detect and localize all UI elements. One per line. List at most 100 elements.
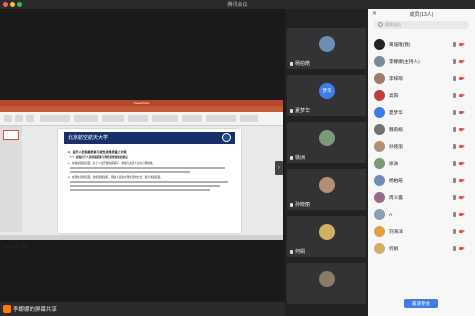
member-row[interactable]: 杨柏皓: [374, 174, 470, 188]
avatar: 梦华: [319, 83, 335, 99]
mic-icon[interactable]: [453, 127, 456, 132]
member-row[interactable]: 李梓萌: [374, 72, 470, 86]
video-tile[interactable]: 杨柏皓: [287, 28, 366, 69]
member-search-input[interactable]: 搜索成员: [374, 21, 469, 29]
member-row[interactable]: 何娟: [374, 242, 470, 256]
member-row[interactable]: 孙晓丽: [374, 140, 470, 154]
mic-icon[interactable]: [453, 178, 456, 183]
ribbon-tool-icon[interactable]: [152, 115, 178, 122]
camera-icon[interactable]: [459, 195, 465, 200]
slide-count: 幻灯片 第1张，共1张: [3, 246, 28, 249]
member-row[interactable]: 李娜娜(主持人): [374, 55, 470, 69]
avatar: [319, 177, 335, 193]
ribbon-tool-icon[interactable]: [26, 115, 34, 122]
avatar: [319, 36, 335, 52]
member-name: 魏莉娟: [389, 127, 403, 132]
member-row[interactable]: 徐洲: [374, 157, 470, 171]
avatar: [374, 73, 385, 84]
camera-icon[interactable]: [459, 76, 465, 81]
mic-icon[interactable]: [453, 229, 456, 234]
camera-icon[interactable]: [459, 229, 465, 234]
camera-icon[interactable]: [459, 93, 465, 98]
member-row[interactable]: 高阳: [374, 89, 470, 103]
avatar: [374, 192, 385, 203]
video-tile[interactable]: 孙晓丽: [287, 169, 366, 210]
university-seal-icon: [222, 133, 231, 142]
ppt-status-bar: 幻灯片 第1张，共1张: [0, 235, 283, 249]
slide-thumbnails: [0, 126, 22, 232]
video-tile[interactable]: 何娟: [287, 216, 366, 257]
member-name: 黄诚隆(我): [389, 42, 411, 47]
avatar: [374, 90, 385, 101]
avatar: [374, 226, 385, 237]
institution-name: 北京航空航天大学: [68, 135, 109, 141]
ppt-app-title: PowerPoint: [133, 101, 150, 105]
avatar: [319, 224, 335, 240]
ribbon-tool-icon[interactable]: [182, 115, 202, 122]
ribbon-tool-icon[interactable]: [102, 115, 124, 122]
mic-icon: [290, 155, 293, 160]
member-row[interactable]: 魏莉娟: [374, 123, 470, 137]
powerpoint-window[interactable]: PowerPoint 文件 开始 插入 设计 切换 动画 放映 审阅 视图: [0, 100, 283, 249]
video-tile[interactable]: [287, 263, 366, 304]
mic-icon[interactable]: [453, 195, 456, 200]
mic-icon: [290, 202, 293, 207]
camera-icon[interactable]: [459, 161, 465, 166]
avatar: [374, 175, 385, 186]
ribbon-tool-icon[interactable]: [15, 115, 23, 122]
mic-icon[interactable]: [453, 246, 456, 251]
ribbon-tool-icon[interactable]: [128, 115, 148, 122]
ribbon-tool-icon[interactable]: [206, 115, 236, 122]
member-panel: ✕ 成员(13人) 搜索成员 黄诚隆(我) 李娜娜(主持人) 李梓萌 高阳 夏梦…: [368, 9, 475, 316]
member-name: 周义露: [389, 195, 403, 200]
mic-icon[interactable]: [453, 144, 456, 149]
member-row[interactable]: A: [374, 208, 470, 222]
mic-icon[interactable]: [453, 42, 456, 47]
mic-icon[interactable]: [453, 93, 456, 98]
panel-header: ✕ 成员(13人): [368, 9, 475, 19]
screen-share-icon: [3, 305, 11, 313]
mic-icon[interactable]: [453, 212, 456, 217]
avatar: [374, 124, 385, 135]
slide-subheading: （一）加强对于人员情感质素与理性思维质量的建设: [68, 156, 128, 159]
member-name: 李梓萌: [389, 76, 403, 81]
avatar: [319, 130, 335, 146]
member-row[interactable]: 夏梦华: [374, 106, 470, 120]
ribbon-tool-icon[interactable]: [40, 115, 70, 122]
camera-icon[interactable]: [459, 59, 465, 64]
ribbon-tool-icon[interactable]: [240, 115, 258, 122]
avatar: [374, 39, 385, 50]
slide-text-line: [70, 181, 228, 183]
mic-icon[interactable]: [453, 59, 456, 64]
video-tile[interactable]: 梦华 夏梦华: [287, 75, 366, 116]
member-row[interactable]: 周义露: [374, 191, 470, 205]
camera-icon[interactable]: [459, 246, 465, 251]
mic-icon[interactable]: [453, 161, 456, 166]
current-slide: 北京航空航天大学 2、提升人员情感质素与理性思维质量之对策 （一）加强对于人员情…: [58, 129, 241, 233]
camera-icon[interactable]: [459, 110, 465, 115]
avatar: [374, 209, 385, 220]
member-row[interactable]: 黄诚隆(我): [374, 38, 470, 52]
avatar-text: 梦华: [322, 88, 332, 93]
video-tile[interactable]: 徐洲: [287, 122, 366, 163]
invite-button[interactable]: 邀请参会: [404, 299, 438, 308]
camera-icon[interactable]: [459, 127, 465, 132]
camera-icon[interactable]: [459, 144, 465, 149]
ribbon-tool-icon[interactable]: [4, 115, 12, 122]
collapse-arrow-icon[interactable]: ›: [275, 161, 283, 175]
member-name: 何娟: [389, 246, 399, 251]
ribbon-tool-icon[interactable]: [74, 115, 98, 122]
camera-icon[interactable]: [459, 42, 465, 47]
camera-icon[interactable]: [459, 178, 465, 183]
avatar: [374, 158, 385, 169]
camera-icon[interactable]: [459, 212, 465, 217]
mic-icon[interactable]: [453, 110, 456, 115]
shared-screen: PowerPoint 文件 开始 插入 设计 切换 动画 放映 审阅 视图: [0, 9, 285, 316]
mic-icon[interactable]: [453, 76, 456, 81]
slide-thumbnail[interactable]: [3, 130, 19, 140]
participant-name: 孙晓丽: [295, 202, 311, 208]
member-row[interactable]: 刘海洋: [374, 225, 470, 239]
mic-icon: [290, 249, 293, 254]
member-name: A: [389, 212, 393, 217]
slide-header: 北京航空航天大学: [64, 132, 235, 144]
